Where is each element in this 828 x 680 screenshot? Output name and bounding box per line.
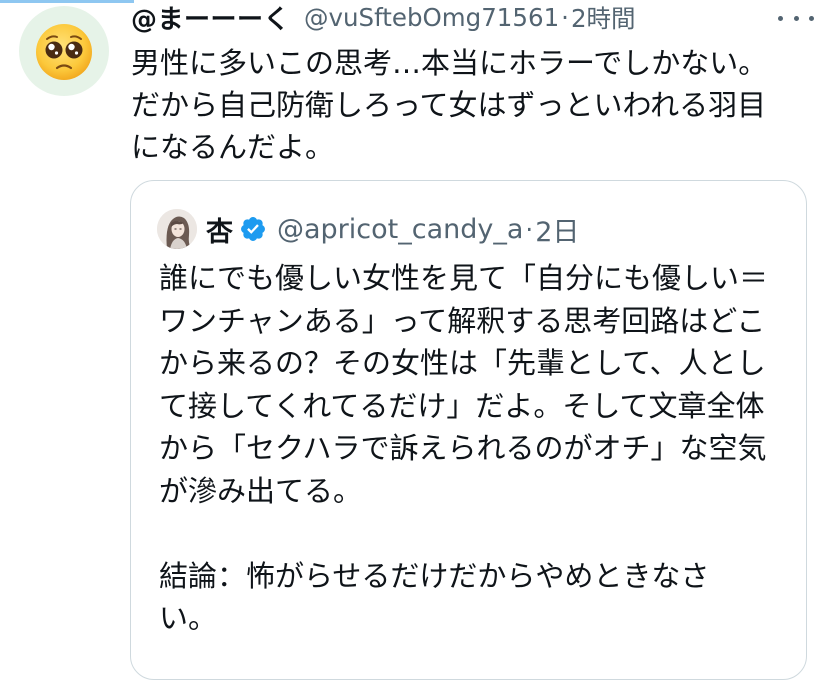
more-dot [809, 15, 814, 21]
more-options-icon[interactable] [778, 8, 814, 28]
top-accent-bar [0, 0, 134, 3]
tweet-text-line: だから自己防衛しろって女はずっといわれる羽目 [131, 88, 767, 122]
quoted-tweet-card[interactable]: 杏 @apricot_candy_a · 2日 誰にでも優しい女性を見て「自分に… [130, 180, 807, 680]
quoted-text-line: い。 [159, 601, 218, 635]
quoted-text-line: ワンチャンある」って解釈する思考回路はどこ [159, 303, 766, 338]
quoted-tweet-text: 誰にでも優しい女性を見て「自分にも優しい＝ ワンチャンある」って解釈する思考回路… [159, 257, 799, 640]
author-display-name[interactable]: @まーーーく [131, 0, 290, 36]
portrait-avatar-icon [157, 209, 197, 249]
author-handle[interactable]: @vuSftebOmg71561 [304, 3, 559, 32]
tweet-header: @まーーーく @vuSftebOmg71561 · 2時間 [131, 0, 636, 36]
separator-dot: · [561, 2, 569, 32]
tweet-timestamp[interactable]: 2時間 [571, 0, 636, 35]
quoted-tweet-header: 杏 @apricot_candy_a · 2日 [206, 207, 579, 251]
quoted-text-line: 誰にでも優しい女性を見て「自分にも優しい＝ [159, 261, 769, 295]
quoted-author-handle[interactable]: @apricot_candy_a [277, 214, 523, 245]
quoted-author-display-name[interactable]: 杏 [206, 210, 233, 249]
quoted-tweet-timestamp[interactable]: 2日 [535, 210, 579, 249]
quoted-text-blank-line [159, 512, 799, 555]
verified-badge-icon [239, 215, 267, 243]
tweet-text: 男性に多いこの思考…本当にホラーでしかない。 だから自己防衛しろって女はずっとい… [131, 42, 791, 168]
author-avatar[interactable] [19, 6, 109, 96]
more-dot [778, 15, 783, 21]
quoted-text-line: から「セクハラで訴えられるのがオチ」な空気 [159, 431, 767, 465]
quoted-text-line: から来るの？その女性は「先輩として、人とし [159, 346, 766, 380]
tweet-text-line: 男性に多いこの思考…本当にホラーでしかない。 [131, 46, 768, 80]
separator-dot: · [525, 214, 534, 244]
quoted-text-line: 結論：怖がらせるだけだからやめときなさ [159, 558, 710, 593]
more-dot [793, 15, 799, 21]
quoted-text-line: が滲み出てる。 [159, 473, 363, 508]
tweet-text-line: になるんだよ。 [131, 130, 335, 164]
pleading-face-emoji-icon [36, 24, 92, 80]
quoted-text-line: て接してくれてるだけ」だよ。そして文章全体 [159, 388, 765, 423]
quoted-author-avatar[interactable] [157, 209, 197, 249]
